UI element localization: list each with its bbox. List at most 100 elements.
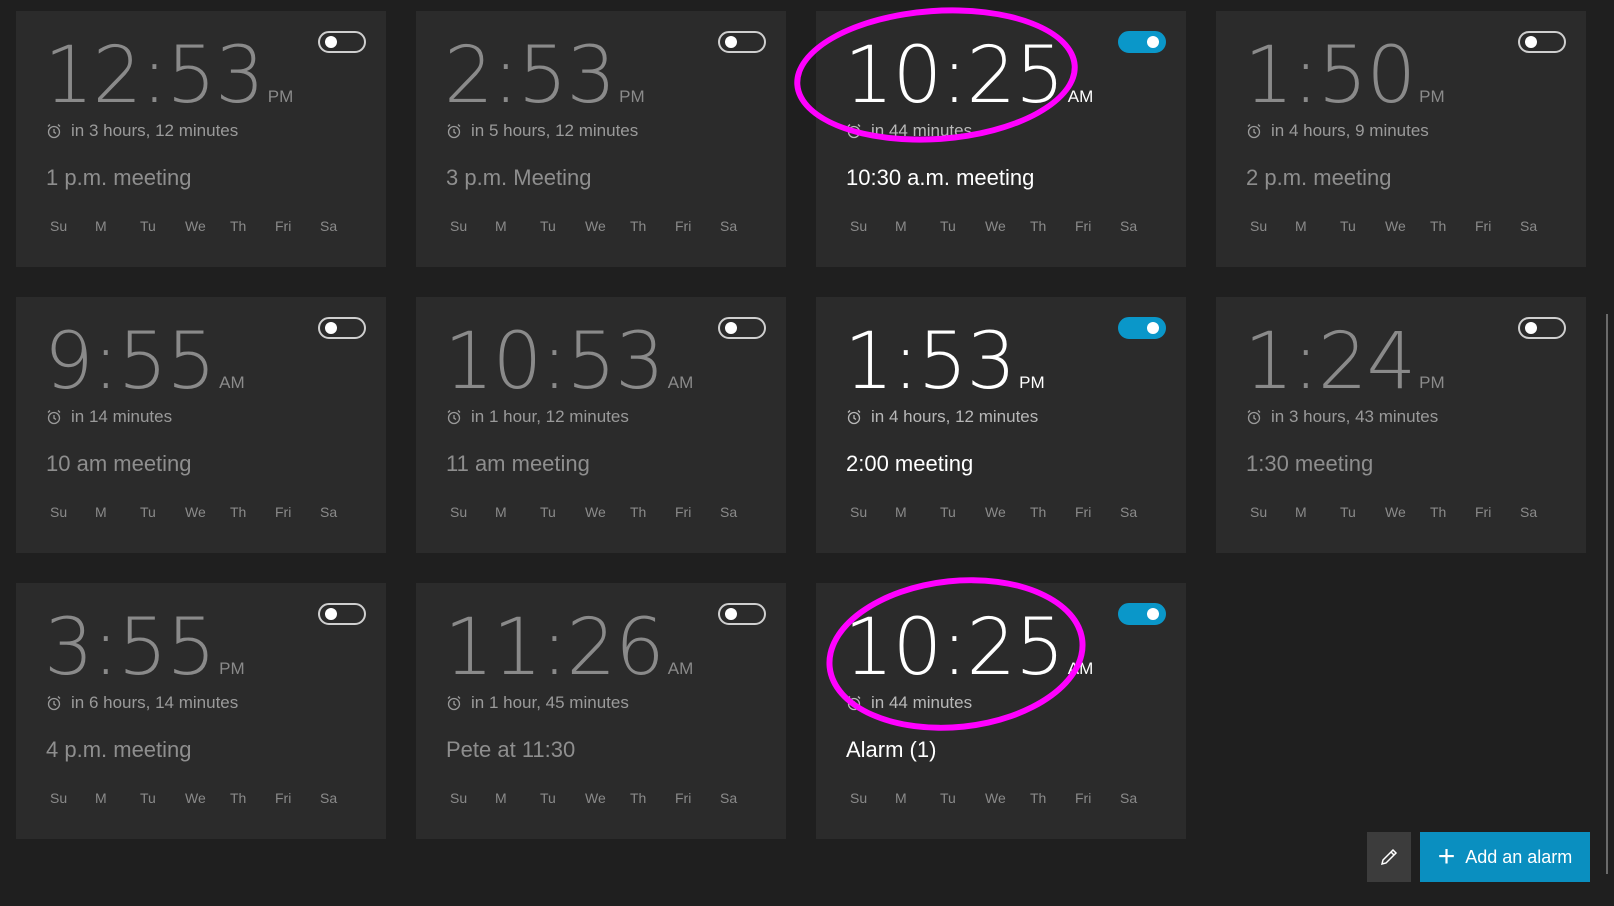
day-m: M [95, 218, 107, 234]
day-m: M [895, 790, 907, 806]
alarm-relative-time: in 5 hours, 12 minutes [471, 121, 639, 140]
alarm-card[interactable]: 11:26 AM in 1 hour, 45 minutes Pete at 11… [416, 583, 786, 839]
day-tu: Tu [1340, 218, 1356, 234]
day-su: Su [50, 218, 68, 234]
day-su: Su [450, 790, 468, 806]
alarm-toggle[interactable] [718, 317, 766, 339]
day-sa: Sa [1120, 218, 1138, 234]
alarm-time: 12:53 [44, 31, 265, 121]
day-tu: Tu [940, 790, 956, 806]
day-su: Su [50, 790, 68, 806]
day-m: M [495, 218, 507, 234]
alarm-card[interactable]: 10:25 AM in 44 minutes 10:30 a.m. meeting… [816, 11, 1186, 267]
day-sa: Sa [1520, 504, 1538, 520]
day-m: M [495, 504, 507, 520]
day-th: Th [1430, 218, 1447, 234]
alarm-toggle[interactable] [1518, 31, 1566, 53]
day-su: Su [1250, 504, 1268, 520]
day-su: Su [1250, 218, 1268, 234]
alarm-toggle[interactable] [1518, 317, 1566, 339]
alarm-name: 2:00 meeting [846, 451, 974, 476]
alarm-ampm: PM [219, 659, 245, 678]
alarm-card[interactable]: 1:24 PM in 3 hours, 43 minutes 1:30 meeti… [1216, 297, 1586, 553]
alarm-clock-icon [847, 696, 861, 711]
add-alarm-label: Add an alarm [1465, 846, 1573, 867]
alarm-time: 2:53 [444, 31, 616, 121]
day-su: Su [450, 218, 468, 234]
repeat-days: Su M Tu We Th Fri Sa [450, 218, 765, 234]
alarm-card[interactable]: 1:53 PM in 4 hours, 12 minutes 2:00 meeti… [816, 297, 1186, 553]
day-th: Th [1030, 504, 1047, 520]
alarm-time: 10:25 [844, 603, 1065, 693]
alarm-ampm: AM [667, 659, 694, 678]
alarm-ampm: AM [219, 373, 245, 392]
alarm-relative-time: in 3 hours, 12 minutes [71, 121, 239, 140]
day-th: Th [230, 504, 247, 520]
day-m: M [1295, 504, 1307, 520]
alarm-name: 2 p.m. meeting [1246, 165, 1392, 190]
alarm-time: 1:24 [1244, 317, 1416, 407]
toggle-knob [725, 608, 737, 620]
day-we: We [185, 504, 206, 520]
repeat-days: Su M Tu We Th Fri Sa [1250, 218, 1565, 234]
day-fri: Fri [1475, 218, 1492, 234]
alarm-toggle[interactable] [318, 31, 366, 53]
add-alarm-button[interactable]: + Add an alarm [1420, 832, 1590, 882]
alarm-toggle[interactable] [1118, 31, 1166, 53]
repeat-days: Su M Tu We Th Fri Sa [850, 504, 1165, 520]
alarm-card[interactable]: 3:55 PM in 6 hours, 14 minutes 4 p.m. mee… [16, 583, 386, 839]
alarm-name: 1:30 meeting [1246, 451, 1374, 476]
alarm-card[interactable]: 10:25 AM in 44 minutes Alarm (1) Su M Tu We T… [816, 583, 1186, 839]
alarm-relative-time: in 6 hours, 14 minutes [71, 693, 239, 712]
day-th: Th [230, 790, 247, 806]
alarm-card[interactable]: 2:53 PM in 5 hours, 12 minutes 3 p.m. Mee… [416, 11, 786, 267]
edit-button[interactable] [1367, 832, 1411, 882]
alarm-relative-time: in 4 hours, 12 minutes [871, 407, 1039, 426]
repeat-days: Su M Tu We Th Fri Sa [50, 218, 365, 234]
alarm-clock-icon [1247, 124, 1261, 139]
day-fri: Fri [1475, 504, 1492, 520]
day-m: M [1295, 218, 1307, 234]
alarm-ampm: AM [1067, 659, 1094, 678]
alarm-card[interactable]: 1:50 PM in 4 hours, 9 minutes 2 p.m. meet… [1216, 11, 1586, 267]
alarm-ampm: AM [667, 373, 694, 392]
alarm-name: Alarm (1) [846, 737, 937, 762]
day-m: M [895, 504, 907, 520]
scrollbar[interactable] [1606, 314, 1608, 874]
day-we: We [1385, 218, 1406, 234]
day-th: Th [630, 790, 647, 806]
day-sa: Sa [720, 790, 738, 806]
day-sa: Sa [320, 218, 338, 234]
alarm-card[interactable]: 9:55 AM in 14 minutes 10 am meeting Su M Tu… [16, 297, 386, 553]
alarm-toggle[interactable] [718, 31, 766, 53]
alarm-clock-icon [447, 124, 461, 139]
toggle-knob [725, 322, 737, 334]
alarm-toggle[interactable] [318, 317, 366, 339]
day-fri: Fri [1075, 504, 1092, 520]
day-sa: Sa [720, 504, 738, 520]
toggle-knob [1525, 322, 1537, 334]
toggle-knob [325, 608, 337, 620]
alarm-name: Pete at 11:30 [446, 737, 576, 762]
day-su: Su [850, 504, 868, 520]
day-sa: Sa [1120, 790, 1138, 806]
alarm-clock-icon [447, 696, 461, 711]
day-fri: Fri [275, 790, 292, 806]
alarm-toggle[interactable] [1118, 603, 1166, 625]
day-m: M [895, 218, 907, 234]
alarm-time: 3:55 [44, 603, 216, 693]
toggle-knob [725, 36, 737, 48]
alarm-clock-icon [47, 696, 61, 711]
day-we: We [185, 790, 206, 806]
alarm-toggle[interactable] [718, 603, 766, 625]
alarm-card[interactable]: 12:53 PM in 3 hours, 12 minutes 1 p.m. me… [16, 11, 386, 267]
alarm-relative-time: in 14 minutes [71, 407, 173, 426]
alarm-toggle[interactable] [1118, 317, 1166, 339]
alarm-card[interactable]: 10:53 AM in 1 hour, 12 minutes 11 am meet… [416, 297, 786, 553]
alarm-ampm: PM [1419, 87, 1445, 106]
day-tu: Tu [940, 504, 956, 520]
toggle-knob [325, 322, 337, 334]
alarm-relative-time: in 3 hours, 43 minutes [1271, 407, 1439, 426]
day-we: We [985, 790, 1006, 806]
alarm-toggle[interactable] [318, 603, 366, 625]
